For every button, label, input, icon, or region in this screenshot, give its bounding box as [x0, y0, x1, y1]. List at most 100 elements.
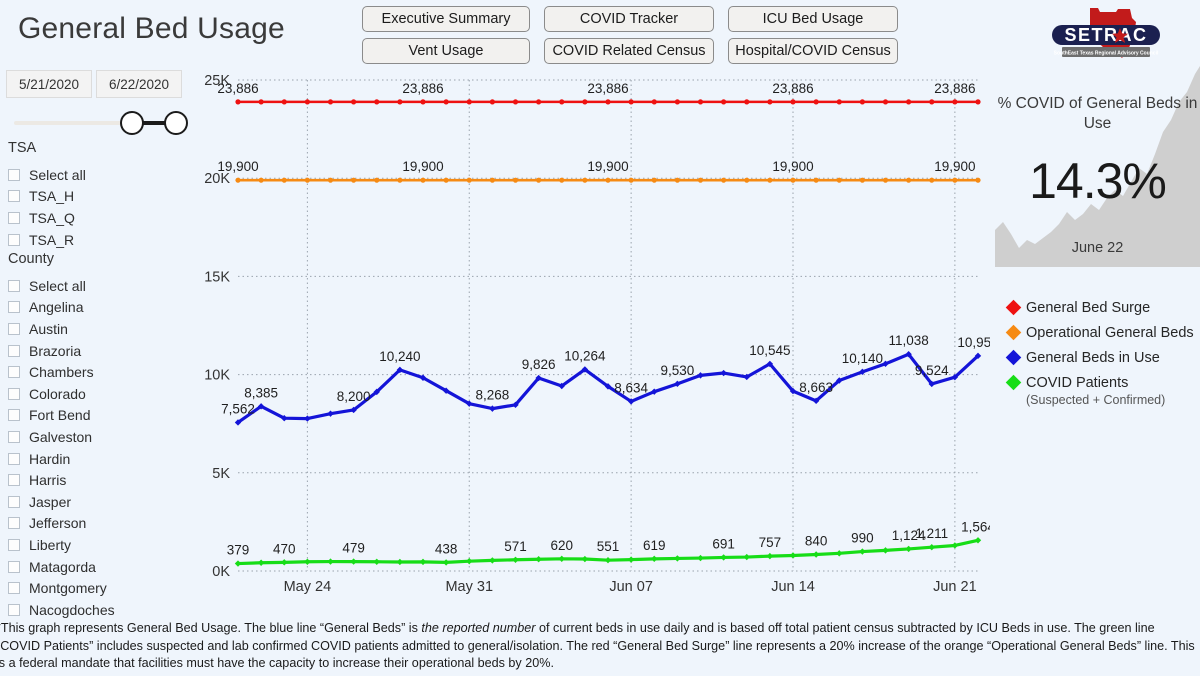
legend-item-operational-general-beds[interactable]: Operational General Beds	[1008, 320, 1200, 345]
county-item-jasper[interactable]: Jasper	[8, 491, 188, 513]
data-label: 619	[643, 538, 666, 553]
checkbox-icon[interactable]	[8, 409, 20, 421]
series-point	[420, 178, 425, 183]
checkbox-icon[interactable]	[8, 280, 20, 292]
filter-item-label: Jasper	[29, 494, 71, 510]
county-item-matagorda[interactable]: Matagorda	[8, 556, 188, 578]
county-item-brazoria[interactable]: Brazoria	[8, 340, 188, 362]
data-label: 19,900	[587, 159, 628, 174]
filter-item-label: Chambers	[29, 364, 94, 380]
x-axis-tick-label: May 31	[445, 579, 493, 595]
nav-button-executive-summary[interactable]: Executive Summary	[362, 6, 530, 32]
county-item-select-all[interactable]: Select all	[8, 275, 188, 297]
county-item-montgomery[interactable]: Montgomery	[8, 577, 188, 599]
checkbox-icon[interactable]	[8, 190, 20, 202]
legend-sublabel: (Suspected + Confirmed)	[1026, 393, 1200, 407]
tsa-item-select-all[interactable]: Select all	[8, 164, 188, 186]
y-axis-tick-label: 5K	[212, 466, 230, 482]
county-item-harris[interactable]: Harris	[8, 469, 188, 491]
data-label: 10,955	[957, 335, 990, 350]
slider-handle-start[interactable]	[120, 111, 144, 135]
tsa-item-tsa-q[interactable]: TSA_Q	[8, 207, 188, 229]
county-item-austin[interactable]: Austin	[8, 318, 188, 340]
checkbox-icon[interactable]	[8, 539, 20, 551]
legend-item-general-beds-in-use[interactable]: General Beds in Use	[1008, 345, 1200, 370]
checkbox-icon[interactable]	[8, 323, 20, 335]
filter-item-label: TSA_H	[29, 188, 74, 204]
y-axis-tick-label: 15K	[204, 269, 230, 285]
checkbox-icon[interactable]	[8, 169, 20, 181]
tsa-item-tsa-r[interactable]: TSA_R	[8, 229, 188, 251]
series-point	[629, 99, 634, 104]
filter-item-label: Brazoria	[29, 343, 81, 359]
county-item-fort-bend[interactable]: Fort Bend	[8, 405, 188, 427]
x-axis-tick-label: Jun 21	[933, 579, 977, 595]
nav-button-hospital-covid-census[interactable]: Hospital/COVID Census	[728, 38, 898, 64]
series-point	[444, 178, 449, 183]
data-label: 9,524	[915, 363, 949, 378]
checkbox-icon[interactable]	[8, 582, 20, 594]
checkbox-icon[interactable]	[8, 453, 20, 465]
series-point	[813, 551, 819, 557]
series-point	[489, 557, 495, 563]
legend-item-general-bed-surge[interactable]: General Bed Surge	[1008, 295, 1200, 320]
nav-button-covid-tracker[interactable]: COVID Tracker	[544, 6, 714, 32]
data-label: 379	[227, 543, 250, 558]
checkbox-icon[interactable]	[8, 604, 20, 616]
series-point	[512, 557, 518, 563]
filter-item-label: TSA_R	[29, 232, 74, 248]
checkbox-icon[interactable]	[8, 474, 20, 486]
checkbox-icon[interactable]	[8, 388, 20, 400]
data-label: 571	[504, 539, 527, 554]
legend-marker-icon	[1006, 325, 1022, 341]
logo-wordmark: SETRAC	[1064, 25, 1147, 45]
checkbox-icon[interactable]	[8, 345, 20, 357]
checkbox-icon[interactable]	[8, 431, 20, 443]
filter-item-label: Galveston	[29, 429, 92, 445]
checkbox-icon[interactable]	[8, 234, 20, 246]
date-from-input[interactable]: 5/21/2020	[6, 70, 92, 98]
county-item-colorado[interactable]: Colorado	[8, 383, 188, 405]
series-point	[814, 99, 819, 104]
checkbox-icon[interactable]	[8, 212, 20, 224]
checkbox-icon[interactable]	[8, 301, 20, 313]
checkbox-icon[interactable]	[8, 517, 20, 529]
series-point	[975, 537, 981, 543]
y-axis-tick-label: 0K	[212, 564, 230, 580]
county-item-liberty[interactable]: Liberty	[8, 534, 188, 556]
nav-button-vent-usage[interactable]: Vent Usage	[362, 38, 530, 64]
county-item-hardin[interactable]: Hardin	[8, 448, 188, 470]
series-point	[883, 99, 888, 104]
nav-button-icu-bed-usage[interactable]: ICU Bed Usage	[728, 6, 898, 32]
series-point	[767, 178, 772, 183]
checkbox-icon[interactable]	[8, 366, 20, 378]
date-to-input[interactable]: 6/22/2020	[96, 70, 182, 98]
county-item-jefferson[interactable]: Jefferson	[8, 513, 188, 535]
series-point	[397, 559, 403, 565]
series-point	[767, 99, 772, 104]
series-point	[350, 558, 356, 564]
series-point	[605, 99, 610, 104]
checkbox-icon[interactable]	[8, 496, 20, 508]
county-item-chambers[interactable]: Chambers	[8, 361, 188, 383]
tsa-item-tsa-h[interactable]: TSA_H	[8, 186, 188, 208]
slider-handle-end[interactable]	[164, 111, 188, 135]
series-point	[605, 557, 611, 563]
date-range-slider[interactable]	[14, 108, 184, 138]
county-item-angelina[interactable]: Angelina	[8, 297, 188, 319]
filter-item-label: Liberty	[29, 537, 71, 553]
series-point	[327, 558, 333, 564]
series-point	[536, 178, 541, 183]
nav-tabs: Executive Summary COVID Tracker ICU Bed Us…	[362, 6, 898, 70]
county-item-nacogdoches[interactable]: Nacogdoches	[8, 599, 188, 621]
series-point	[651, 556, 657, 562]
legend-item-covid-patients[interactable]: COVID Patients	[1008, 370, 1200, 395]
county-item-galveston[interactable]: Galveston	[8, 426, 188, 448]
nav-button-covid-related-census[interactable]: COVID Related Census	[544, 38, 714, 64]
checkbox-icon[interactable]	[8, 561, 20, 573]
dashboard-root: General Bed Usage 5/21/2020 6/22/2020 TS…	[0, 0, 1200, 676]
series-point	[304, 559, 310, 565]
series-point	[929, 544, 935, 550]
legend-label: General Beds in Use	[1026, 350, 1160, 366]
series-point	[235, 178, 240, 183]
